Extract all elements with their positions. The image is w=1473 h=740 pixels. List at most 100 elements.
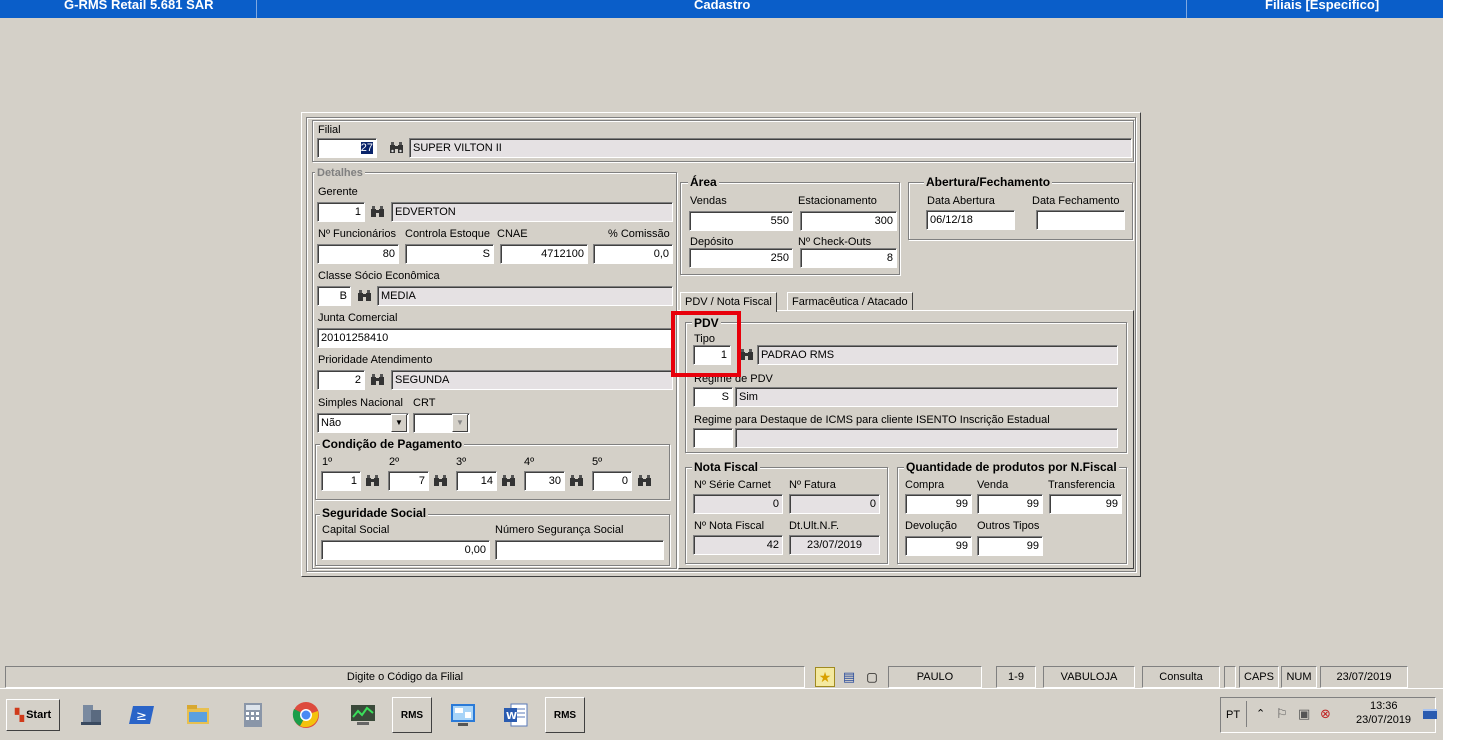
action-center-flag-icon[interactable]: ⚐	[1276, 706, 1288, 722]
condicao-input-1[interactable]: 1	[321, 471, 361, 491]
filial-search-icon[interactable]	[387, 138, 406, 158]
condicao-input-4[interactable]: 30	[524, 471, 565, 491]
condicao-search-icon-3[interactable]	[499, 471, 518, 491]
status-mode: Consulta	[1142, 666, 1220, 688]
rms-app-button-1[interactable]: RMS	[392, 697, 432, 733]
data-fechamento-input[interactable]	[1036, 210, 1125, 230]
condicao-search-icon-5[interactable]	[635, 471, 654, 491]
prioridade-name-field: SEGUNDA	[391, 370, 673, 390]
detalhes-legend: Detalhes	[315, 167, 365, 179]
condicao-label-5: 5º	[592, 456, 603, 468]
gerente-search-icon[interactable]	[368, 202, 387, 222]
tab-farmaceutica-atacado[interactable]: Farmacêutica / Atacado	[787, 292, 913, 310]
nota-fiscal-numero-field: 42	[693, 535, 783, 555]
capital-input[interactable]: 0,00	[321, 540, 490, 560]
clipboard-icon[interactable]: ▢	[861, 667, 883, 687]
server-manager-icon[interactable]	[72, 697, 112, 733]
classe-code-input[interactable]: B	[317, 286, 351, 306]
cnae-input[interactable]: 4712100	[500, 244, 588, 264]
transferencia-input[interactable]: 99	[1049, 494, 1122, 514]
simples-dropdown-icon[interactable]: ▼	[391, 414, 407, 432]
fatura-label: Nº Fatura	[789, 479, 836, 491]
status-num: NUM	[1281, 666, 1317, 688]
rms-app-button-2[interactable]: RMS	[545, 697, 585, 733]
remote-desktop-icon[interactable]	[443, 697, 483, 733]
tray-expand-icon[interactable]: ⌃	[1256, 707, 1265, 720]
vendas-input[interactable]: 550	[689, 211, 793, 231]
seguridade-legend: Seguridade Social	[320, 506, 429, 520]
transferencia-label: Transferencia	[1048, 479, 1115, 491]
condicao-input-3[interactable]: 14	[456, 471, 497, 491]
calculator-icon[interactable]	[233, 697, 273, 733]
junta-input[interactable]: 20101258410	[317, 328, 673, 348]
status-hint: Digite o Código da Filial	[5, 666, 805, 688]
dt-ult-nf-label: Dt.Ult.N.F.	[789, 520, 840, 532]
classe-name-field: MEDIA	[377, 286, 673, 306]
estacionamento-label: Estacionamento	[798, 195, 877, 207]
quantidade-legend: Quantidade de produtos por N.Fiscal	[904, 460, 1119, 474]
chrome-icon[interactable]	[286, 697, 326, 733]
numero-seguranca-label: Número Segurança Social	[495, 524, 624, 536]
prioridade-search-icon[interactable]	[368, 370, 387, 390]
svg-text:W: W	[506, 711, 517, 722]
word-icon[interactable]: W	[496, 697, 536, 733]
status-date: 23/07/2019	[1320, 666, 1408, 688]
user-list-icon[interactable]: ▤	[838, 667, 860, 687]
area-legend: Área	[688, 175, 719, 189]
checkouts-label: Nº Check-Outs	[798, 236, 872, 248]
file-explorer-icon[interactable]	[178, 697, 218, 733]
data-abertura-input[interactable]: 06/12/18	[926, 210, 1015, 230]
filial-code-input[interactable]: 27	[317, 138, 377, 158]
classe-search-icon[interactable]	[355, 286, 374, 306]
start-button[interactable]: ▚ Start	[6, 699, 60, 731]
condicao-input-5[interactable]: 0	[592, 471, 632, 491]
deposito-input[interactable]: 250	[689, 248, 793, 268]
title-bar: G-RMS Retail 5.681 SAR Cadastro Filiais …	[0, 0, 1443, 18]
title-separator	[1186, 0, 1187, 18]
condicao-input-2[interactable]: 7	[388, 471, 429, 491]
comissao-label: % Comissão	[608, 228, 670, 240]
comissao-input[interactable]: 0,0	[593, 244, 673, 264]
tab-pdv-nota-fiscal[interactable]: PDV / Nota Fiscal	[680, 292, 777, 312]
rms-logo-1: RMS	[400, 709, 424, 721]
junta-label: Junta Comercial	[318, 312, 398, 324]
outros-tipos-input[interactable]: 99	[977, 536, 1043, 556]
estacionamento-input[interactable]: 300	[800, 211, 897, 231]
show-desktop-icon[interactable]	[1423, 709, 1437, 719]
condicao-search-icon-2[interactable]	[431, 471, 450, 491]
start-label: Start	[26, 709, 52, 721]
data-fechamento-label: Data Fechamento	[1032, 195, 1120, 207]
venda-input[interactable]: 99	[977, 494, 1043, 514]
serie-carnet-label: Nº Série Carnet	[694, 479, 771, 491]
checkouts-input[interactable]: 8	[800, 248, 897, 268]
prioridade-code-input[interactable]: 2	[317, 370, 365, 390]
devolucao-input[interactable]: 99	[905, 536, 972, 556]
powershell-icon[interactable]: ≥	[122, 697, 162, 733]
nota-fiscal-legend: Nota Fiscal	[692, 460, 761, 474]
status-loja: VABULOJA	[1043, 666, 1135, 688]
volume-muted-icon[interactable]: ⊗	[1320, 706, 1331, 722]
taskbar: ▚ Start ≥ RMS W RMS PT ⌃ ⚐ ▣ ⊗ 13:36 23/…	[0, 688, 1443, 740]
network-icon[interactable]: ▣	[1298, 706, 1310, 722]
condicao-search-icon-1[interactable]	[363, 471, 382, 491]
destaque-icms-label: Regime para Destaque de ICMS para client…	[694, 414, 1050, 426]
gerente-label: Gerente	[318, 186, 358, 198]
vendas-label: Vendas	[690, 195, 727, 207]
numero-seguranca-input[interactable]	[495, 540, 664, 560]
app-title: G-RMS Retail 5.681 SAR	[64, 0, 214, 12]
monitor-app-icon[interactable]	[343, 697, 383, 733]
compra-input[interactable]: 99	[905, 494, 972, 514]
crt-dropdown-icon[interactable]: ▼	[452, 414, 468, 432]
controla-estoque-input[interactable]: S	[405, 244, 494, 264]
status-caps: CAPS	[1239, 666, 1279, 688]
regime-pdv-code-input[interactable]: S	[693, 387, 733, 407]
tray-clock-date[interactable]: 23/07/2019	[1356, 714, 1411, 726]
destaque-icms-code-input[interactable]	[693, 428, 733, 448]
funcionarios-input[interactable]: 80	[317, 244, 399, 264]
condicao-search-icon-4[interactable]	[567, 471, 586, 491]
favorite-star-icon[interactable]: ★	[815, 667, 835, 687]
outros-tipos-label: Outros Tipos	[977, 520, 1040, 532]
tray-clock-time[interactable]: 13:36	[1370, 700, 1398, 712]
language-indicator[interactable]: PT	[1226, 709, 1240, 721]
gerente-code-input[interactable]: 1	[317, 202, 365, 222]
